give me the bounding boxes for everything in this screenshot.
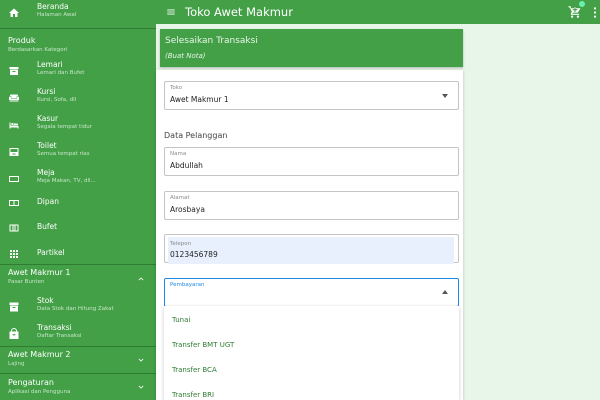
shopping-bag-icon bbox=[8, 328, 20, 340]
sidebar-item-label: Meja bbox=[37, 168, 55, 177]
divider bbox=[0, 264, 156, 265]
section-produk: Produk Berdasarkan Kategori bbox=[8, 36, 67, 54]
field-label: Nama bbox=[170, 151, 187, 157]
nama-field[interactable]: Nama Abdullah bbox=[164, 147, 459, 176]
sidebar-item-bufet[interactable]: Bufet bbox=[0, 220, 156, 246]
section-title: Produk bbox=[8, 36, 36, 45]
page-subtitle: (Buat Nota) bbox=[165, 52, 206, 60]
daybed-icon bbox=[8, 197, 20, 209]
field-value: 0123456789 bbox=[170, 250, 218, 259]
sidebar-item-sublabel: Semua tempat rias bbox=[37, 151, 90, 157]
divider bbox=[0, 28, 156, 29]
sidebar-item-label: Transaksi bbox=[37, 323, 72, 332]
telepon-field[interactable]: Telepon 0123456789 bbox=[164, 234, 459, 264]
sidebar-item-sublabel: Kursi, Sofa, dll bbox=[37, 97, 77, 103]
sidebar-item-sublabel: Segala tempat tidur bbox=[37, 124, 92, 130]
sidebar-item-sublabel: Meja Makan, TV, dll... bbox=[37, 178, 96, 184]
sidebar-item-beranda[interactable]: Beranda Halaman Awal bbox=[0, 2, 156, 28]
sidebar-item-meja[interactable]: Meja Meja Makan, TV, dll... bbox=[0, 168, 156, 194]
cart-icon[interactable] bbox=[568, 5, 582, 19]
section-awet-makmur-2[interactable]: Awet Makmur 2 Lajing bbox=[8, 350, 148, 368]
sidebar-item-lemari[interactable]: Lemari Lemari dan Bufet bbox=[0, 60, 156, 86]
field-label: Pembayaran bbox=[170, 282, 205, 288]
field-value: Awet Makmur 1 bbox=[170, 95, 229, 104]
field-label: Toko bbox=[170, 85, 183, 91]
menu-option-transfer-bca[interactable]: Transfer BCA bbox=[172, 366, 217, 374]
sideboard-icon bbox=[8, 222, 20, 234]
more-vert-icon[interactable] bbox=[593, 7, 597, 18]
sidebar-item-label: Kasur bbox=[37, 114, 59, 123]
divider bbox=[0, 373, 156, 374]
section-awet-makmur-1[interactable]: Awet Makmur 1 Pasar Bunten bbox=[8, 268, 148, 286]
sidebar-item-label: Dipan bbox=[37, 197, 59, 206]
sidebar-item-label: Toilet bbox=[37, 141, 57, 150]
sidebar-item-label: Stok bbox=[37, 296, 54, 305]
table-icon bbox=[8, 173, 20, 185]
section-title: Awet Makmur 2 bbox=[8, 350, 71, 359]
sidebar-item-label: Partikel bbox=[37, 248, 65, 257]
field-label: Telepon bbox=[170, 241, 192, 247]
section-title: Awet Makmur 1 bbox=[8, 268, 71, 277]
sidebar-item-label: Kursi bbox=[37, 87, 56, 96]
bed-icon bbox=[8, 119, 20, 131]
home-icon bbox=[8, 7, 20, 19]
dropdown-arrow-icon bbox=[442, 94, 448, 98]
payment-options-menu: Tunai Transfer BMT UGT Transfer BCA Tran… bbox=[164, 306, 459, 400]
sidebar-item-label: Bufet bbox=[37, 222, 58, 231]
customer-section-title: Data Pelanggan bbox=[164, 131, 228, 140]
alamat-field[interactable]: Alamat Arosbaya bbox=[164, 191, 459, 220]
field-value: Arosbaya bbox=[170, 205, 205, 214]
sidebar-item-sublabel: Lemari dan Bufet bbox=[37, 70, 85, 76]
chevron-down-icon[interactable] bbox=[136, 382, 146, 392]
sidebar-item-kasur[interactable]: Kasur Segala tempat tidur bbox=[0, 114, 156, 140]
section-subtitle: Lajing bbox=[8, 361, 25, 367]
menu-icon[interactable] bbox=[166, 7, 176, 17]
grid-icon bbox=[8, 248, 20, 260]
field-label: Alamat bbox=[170, 195, 190, 201]
sofa-icon bbox=[8, 92, 20, 104]
section-subtitle: Pasar Bunten bbox=[8, 279, 45, 285]
menu-option-transfer-bmt-ugt[interactable]: Transfer BMT UGT bbox=[172, 341, 234, 349]
navigation-drawer: Beranda Halaman Awal Produk Berdasarkan … bbox=[0, 0, 156, 400]
sidebar-item-label: Lemari bbox=[37, 60, 63, 69]
sidebar-item-sublabel: Halaman Awal bbox=[37, 12, 77, 18]
divider bbox=[0, 346, 156, 347]
inventory-icon bbox=[8, 301, 20, 313]
dropdown-arrow-up-icon bbox=[442, 290, 448, 294]
chevron-up-icon[interactable] bbox=[136, 274, 146, 284]
cabinet-icon bbox=[8, 65, 20, 77]
toko-select[interactable]: Toko Awet Makmur 1 bbox=[164, 81, 459, 110]
chevron-down-icon[interactable] bbox=[136, 355, 146, 365]
sidebar-item-label: Beranda bbox=[37, 2, 69, 11]
sidebar-item-stok[interactable]: Stok Data Stok dan Hitung Zakat bbox=[0, 296, 156, 322]
app-bar: Toko Awet Makmur bbox=[156, 0, 600, 24]
sidebar-item-dipan[interactable]: Dipan bbox=[0, 195, 156, 221]
pembayaran-select[interactable]: Pembayaran bbox=[164, 278, 459, 307]
sidebar-item-toilet[interactable]: Toilet Semua tempat rias bbox=[0, 141, 156, 167]
sidebar-item-sublabel: Daftar Transaksi bbox=[37, 333, 82, 339]
vanity-icon bbox=[8, 146, 20, 158]
notification-badge bbox=[579, 1, 585, 7]
menu-option-transfer-bri[interactable]: Transfer BRI bbox=[172, 391, 214, 399]
page-header: Selesaikan Transaksi (Buat Nota) bbox=[160, 29, 463, 67]
section-pengaturan[interactable]: Pengaturan Aplikasi dan Pengguna bbox=[8, 378, 148, 396]
sidebar-item-kursi[interactable]: Kursi Kursi, Sofa, dll bbox=[0, 87, 156, 113]
section-subtitle: Berdasarkan Kategori bbox=[8, 47, 68, 53]
page-title: Selesaikan Transaksi bbox=[165, 36, 258, 46]
field-value: Abdullah bbox=[170, 161, 203, 170]
app-title: Toko Awet Makmur bbox=[185, 5, 293, 19]
section-subtitle: Aplikasi dan Pengguna bbox=[8, 389, 71, 395]
section-title: Pengaturan bbox=[8, 378, 54, 387]
menu-option-tunai[interactable]: Tunai bbox=[172, 316, 190, 324]
sidebar-item-sublabel: Data Stok dan Hitung Zakat bbox=[37, 306, 114, 312]
